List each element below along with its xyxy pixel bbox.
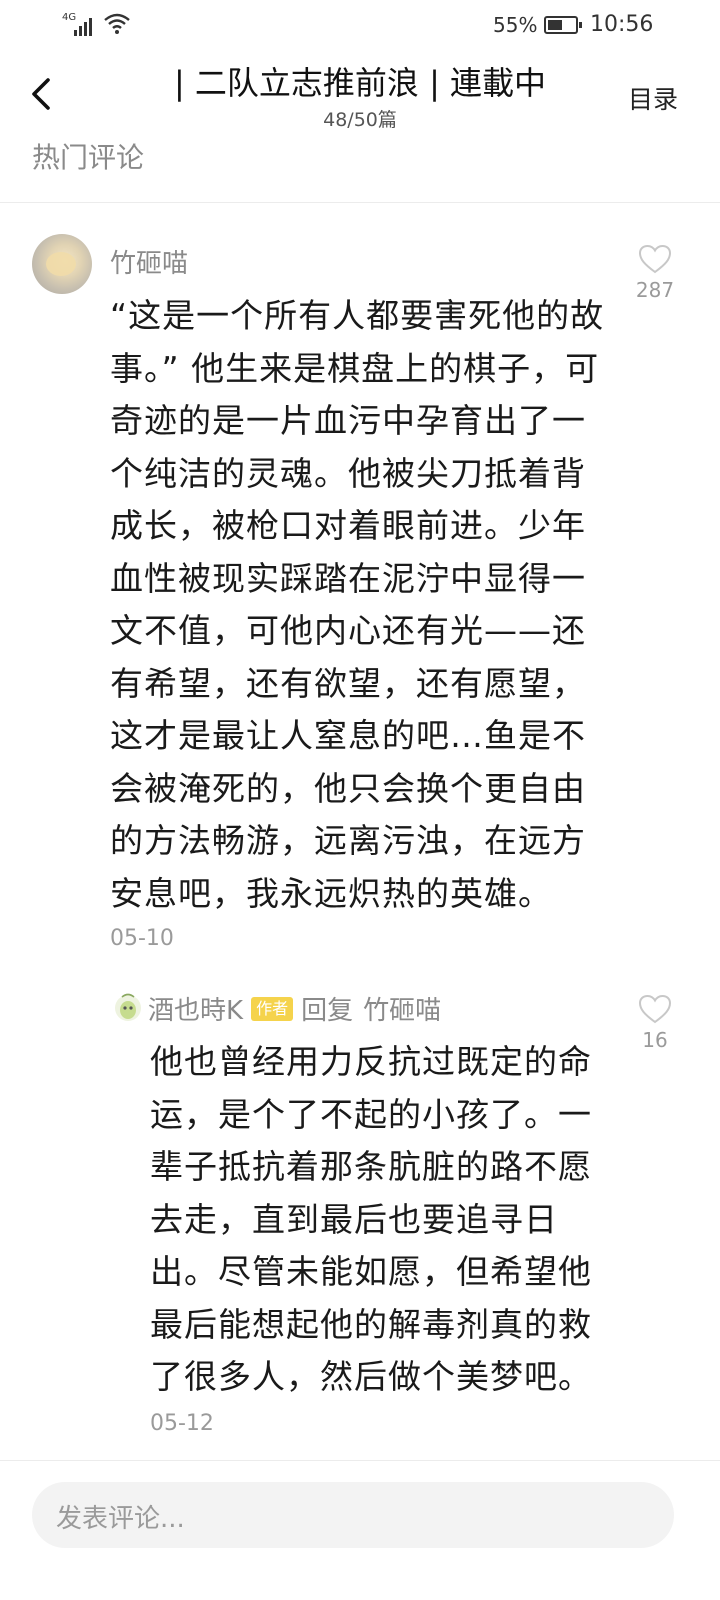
clock: 10:56: [590, 12, 654, 37]
wifi-icon: [104, 13, 130, 34]
reply-like-count: 16: [642, 1028, 668, 1052]
reply-date: 05-12: [150, 1411, 214, 1436]
chapter-progress: 48/50篇: [323, 109, 397, 131]
reply-target[interactable]: 竹砸喵: [363, 990, 441, 1027]
reply-label: 回复: [301, 996, 354, 1026]
page-title: | 二队立志推前浪 | 連載中: [173, 64, 547, 102]
battery-icon: [544, 16, 582, 34]
comment-input-placeholder: 发表评论...: [56, 1504, 185, 1534]
comment-date: 05-10: [110, 926, 174, 951]
comment-input[interactable]: 发表评论...: [32, 1482, 674, 1548]
back-button[interactable]: [26, 74, 62, 114]
comment-like-button[interactable]: 287: [625, 244, 685, 302]
comment-username[interactable]: 竹砸喵: [110, 243, 188, 280]
reply-avatar[interactable]: [112, 991, 144, 1023]
chevron-left-icon: [32, 78, 50, 110]
reply-text: 他也曾经用力反抗过既定的命运，是个了不起的小孩了。一辈子抵抗着那条肮脏的路不愿去…: [150, 1042, 592, 1396]
reply-meta: 酒也時K 作者 回复 竹砸喵: [148, 990, 441, 1027]
status-bar: 4G 55% 10:56: [0, 0, 720, 52]
author-badge: 作者: [251, 996, 294, 1021]
comment-like-count: 287: [635, 278, 675, 302]
header-divider: [0, 202, 720, 203]
footer-divider: [0, 1460, 720, 1461]
battery-percent: 55%: [493, 13, 538, 37]
heart-icon: [638, 994, 672, 1024]
reply-like-button[interactable]: 16: [625, 994, 685, 1052]
signal-icon: [74, 14, 92, 36]
comment-text: “这是一个所有人都要害死他的故事。” 他生来是棋盘上的棋子，可奇迹的是一片血污中…: [110, 296, 605, 913]
avatar[interactable]: [32, 234, 92, 294]
section-title: 热门评论: [32, 141, 145, 174]
table-of-contents-button[interactable]: 目录: [628, 80, 678, 116]
heart-icon: [638, 244, 672, 274]
reply-username[interactable]: 酒也時K: [148, 990, 243, 1027]
